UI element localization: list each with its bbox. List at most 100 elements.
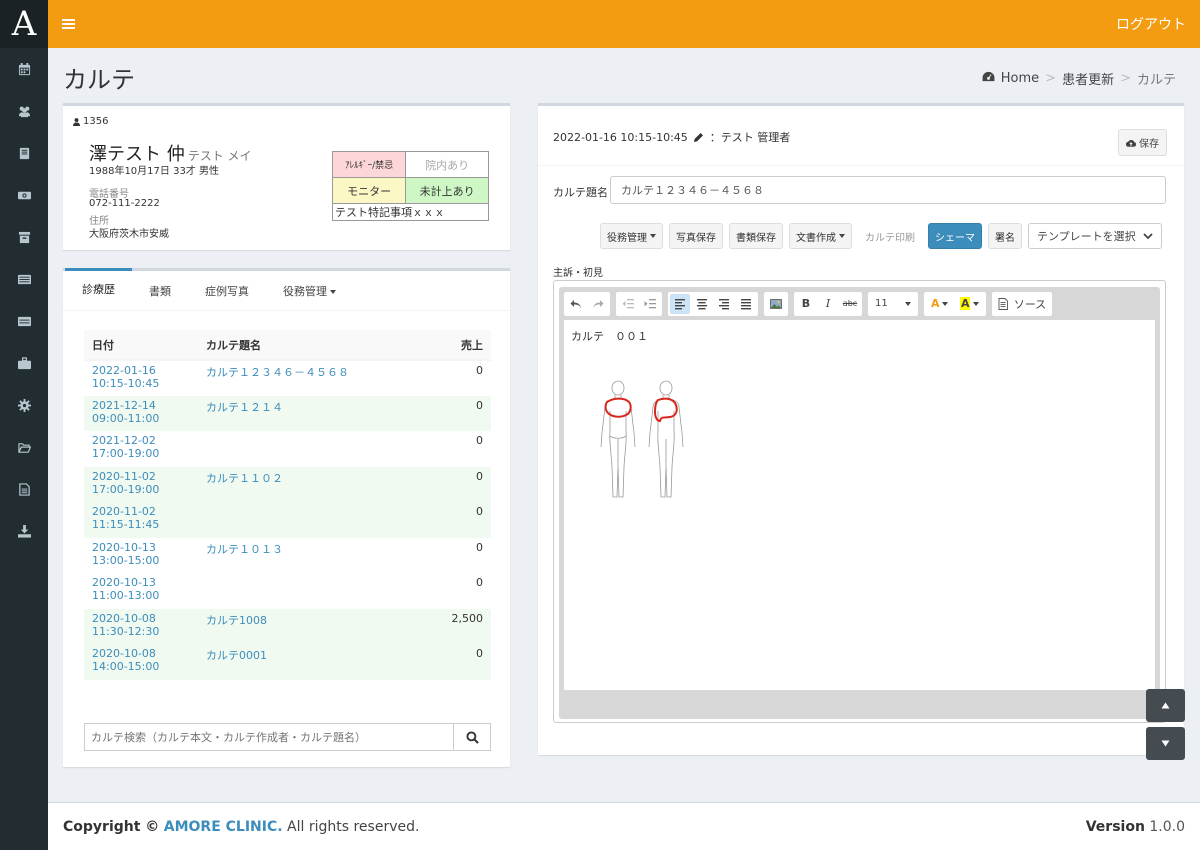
- breadcrumb-separator: >: [1045, 71, 1057, 86]
- briefcase-icon: [17, 356, 31, 369]
- row-date[interactable]: 2022-01-16 10:15-10:45: [84, 360, 198, 396]
- table-row[interactable]: 2020-10-13 11:00-13:00 0: [84, 573, 491, 609]
- template-select[interactable]: テンプレートを選択: [1028, 223, 1162, 249]
- source-button[interactable]: ソース: [1014, 296, 1046, 312]
- version-info: Version 1.0.0: [1085, 818, 1185, 835]
- image-icon[interactable]: [766, 294, 786, 314]
- history-box: 診療歴 書類 症例写真 役務管理 日付 カルテ題名 売上 2022-01-16 1…: [63, 268, 510, 767]
- indent-icon[interactable]: [640, 294, 660, 314]
- row-date[interactable]: 2020-10-08 11:30-12:30: [84, 608, 198, 644]
- italic-icon[interactable]: I: [818, 294, 838, 314]
- sidebar-item-briefcase[interactable]: [0, 342, 48, 384]
- special-note: テスト特記事項ｘｘｘ: [332, 203, 489, 221]
- font-size-select[interactable]: 11: [870, 294, 916, 314]
- karte-search: [84, 723, 491, 751]
- sidebar-item-archive[interactable]: [0, 216, 48, 258]
- align-justify-icon[interactable]: [736, 294, 756, 314]
- schema-button[interactable]: シェーマ: [928, 223, 982, 249]
- table-row[interactable]: 2020-10-08 14:00-15:00 カルテ0001 0: [84, 644, 491, 680]
- karte-author: ：テスト 管理者: [709, 131, 791, 144]
- text-color-icon[interactable]: A: [926, 294, 954, 314]
- karte-title-input[interactable]: [610, 176, 1166, 204]
- user-icon: [73, 117, 80, 126]
- row-title[interactable]: カルテ１２１４: [198, 395, 418, 431]
- row-date[interactable]: 2020-10-13 11:00-13:00: [84, 573, 198, 609]
- breadcrumb-patient-update[interactable]: 患者更新: [1062, 69, 1114, 88]
- sidebar-item-folder[interactable]: [0, 426, 48, 468]
- row-date[interactable]: 2020-10-13 13:00-15:00: [84, 537, 198, 573]
- row-date[interactable]: 2020-11-02 11:15-11:45: [84, 502, 198, 538]
- cloud-upload-icon: [1126, 139, 1136, 147]
- row-date[interactable]: 2021-12-02 17:00-19:00: [84, 431, 198, 467]
- table-row[interactable]: 2020-11-02 17:00-19:00 カルテ１１０２ 0: [84, 466, 491, 502]
- table-row[interactable]: 2020-10-08 11:30-12:30 カルテ1008 2,500: [84, 608, 491, 644]
- scroll-bottom-button[interactable]: [1146, 727, 1185, 760]
- row-title[interactable]: カルテ１２３４６－４５６８: [198, 360, 418, 396]
- row-title[interactable]: [198, 573, 418, 609]
- sidebar-item-users[interactable]: [0, 90, 48, 132]
- strikethrough-icon[interactable]: abc: [840, 294, 860, 314]
- save-button[interactable]: 保存: [1118, 129, 1167, 156]
- scroll-top-button[interactable]: [1146, 689, 1185, 722]
- tab-treatment-history[interactable]: 診療歴: [65, 268, 132, 310]
- row-title[interactable]: カルテ0001: [198, 644, 418, 680]
- sidebar-item-list[interactable]: [0, 258, 48, 300]
- table-row[interactable]: 2020-11-02 11:15-11:45 0: [84, 502, 491, 538]
- sidebar-item-billing[interactable]: [0, 174, 48, 216]
- row-sales: 0: [418, 360, 491, 396]
- sidebar-item-document[interactable]: [0, 468, 48, 510]
- align-right-icon[interactable]: [714, 294, 734, 314]
- app-logo[interactable]: A: [0, 0, 48, 48]
- table-row[interactable]: 2020-10-13 13:00-15:00 カルテ１０１３ 0: [84, 537, 491, 573]
- bold-icon[interactable]: B: [796, 294, 816, 314]
- page-title: カルテ: [63, 66, 135, 94]
- row-sales: 0: [418, 502, 491, 538]
- sidebar-item-records[interactable]: [0, 132, 48, 174]
- download-icon: [17, 524, 31, 538]
- chief-complaint-label: 主訴・初見: [553, 268, 603, 279]
- karte-search-input[interactable]: [85, 724, 453, 750]
- patient-id: 1356: [73, 116, 500, 127]
- background-color-icon[interactable]: A: [956, 294, 984, 314]
- brand-link[interactable]: AMORE CLINIC.: [164, 819, 283, 835]
- image-group: [764, 291, 788, 316]
- tab-documents[interactable]: 書類: [132, 271, 188, 310]
- search-button[interactable]: [453, 724, 490, 750]
- align-left-icon[interactable]: [670, 293, 690, 314]
- row-date[interactable]: 2020-10-08 14:00-15:00: [84, 644, 198, 680]
- document-create-dropdown[interactable]: 文書作成: [789, 223, 852, 249]
- row-date[interactable]: 2021-12-14 09:00-11:00: [84, 395, 198, 431]
- table-row[interactable]: 2021-12-02 17:00-19:00 0: [84, 431, 491, 467]
- row-title[interactable]: カルテ１１０２: [198, 466, 418, 502]
- patient-info-box: 1356 澤テスト 仲テスト メイ 1988年10月17日 33才 男性 電話番…: [63, 103, 510, 250]
- document-save-button[interactable]: 書類保存: [729, 223, 783, 249]
- tab-service-management[interactable]: 役務管理: [266, 271, 353, 310]
- editor-content[interactable]: カルテ ００１: [564, 320, 1155, 690]
- sidebar-item-download[interactable]: [0, 510, 48, 552]
- breadcrumb-separator: >: [1120, 71, 1131, 86]
- tab-case-photos[interactable]: 症例写真: [188, 271, 266, 310]
- photo-save-button[interactable]: 写真保存: [669, 223, 723, 249]
- row-title[interactable]: カルテ1008: [198, 608, 418, 644]
- sidebar-item-settings[interactable]: [0, 384, 48, 426]
- row-title[interactable]: [198, 502, 418, 538]
- row-title[interactable]: カルテ１０１３: [198, 537, 418, 573]
- align-center-icon[interactable]: [692, 294, 712, 314]
- menu-toggle-icon[interactable]: [62, 19, 75, 29]
- redo-icon[interactable]: [588, 294, 608, 314]
- signature-button[interactable]: 署名: [988, 223, 1022, 249]
- sidebar-item-table[interactable]: [0, 300, 48, 342]
- logout-link[interactable]: ログアウト: [1116, 14, 1186, 34]
- row-title[interactable]: [198, 431, 418, 467]
- service-management-dropdown[interactable]: 役務管理: [600, 223, 663, 249]
- breadcrumb-home[interactable]: Home: [1001, 71, 1039, 86]
- align-group: [668, 291, 758, 316]
- table-row[interactable]: 2021-12-14 09:00-11:00 カルテ１２１４ 0: [84, 395, 491, 431]
- table-row[interactable]: 2022-01-16 10:15-10:45 カルテ１２３４６－４５６８ 0: [84, 360, 491, 396]
- row-sales: 0: [418, 466, 491, 502]
- undo-icon[interactable]: [566, 294, 586, 314]
- sidebar-item-calendar[interactable]: [0, 48, 48, 90]
- karte-print-button[interactable]: カルテ印刷: [858, 223, 922, 249]
- outdent-icon[interactable]: [618, 294, 638, 314]
- row-date[interactable]: 2020-11-02 17:00-19:00: [84, 466, 198, 502]
